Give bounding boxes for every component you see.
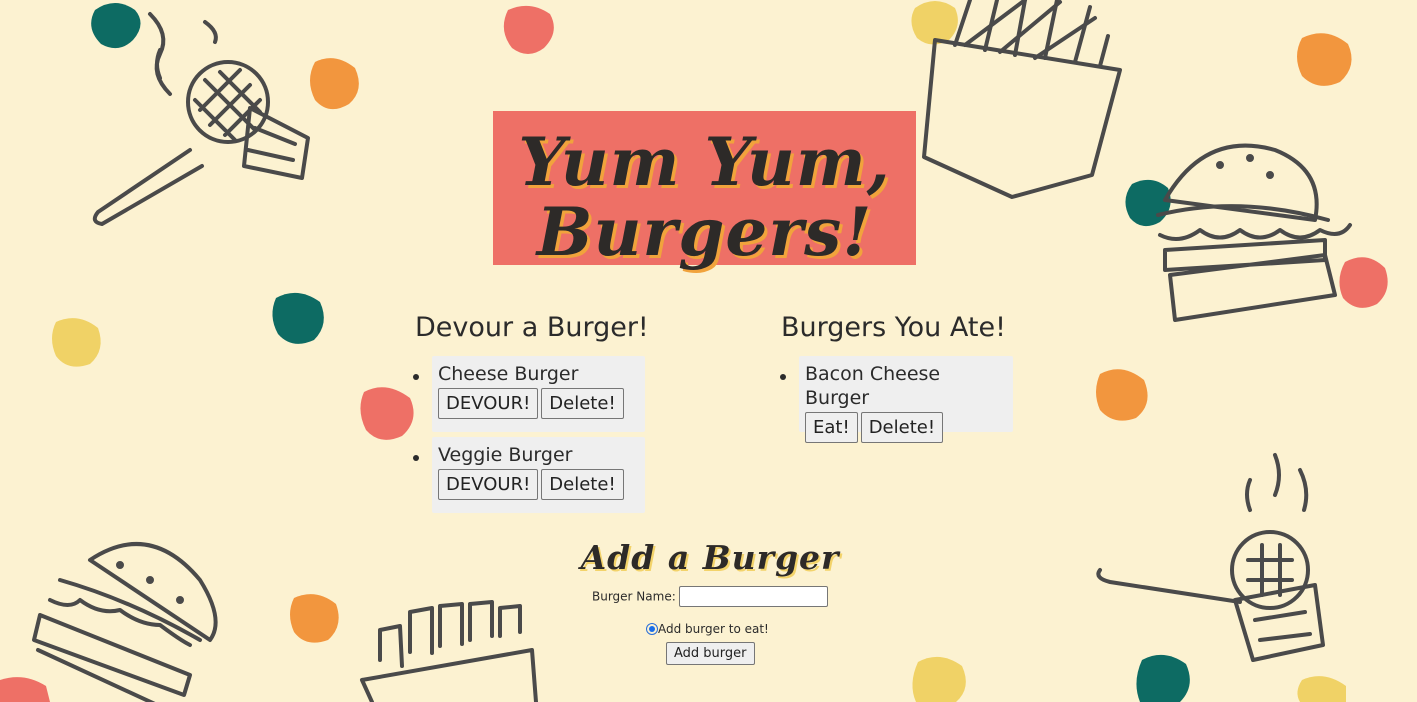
devour-button[interactable]: DEVOUR! xyxy=(438,388,539,419)
devour-button[interactable]: DEVOUR! xyxy=(438,469,539,500)
burger-name-input[interactable] xyxy=(678,586,828,607)
spatula-patty-icon xyxy=(92,12,310,226)
burger-name: Cheese Burger xyxy=(438,363,579,385)
teal-blob xyxy=(1136,654,1190,702)
fries-icon xyxy=(360,600,538,702)
burger-name-row: Burger Name: xyxy=(592,586,828,607)
orange-blob xyxy=(1297,33,1352,86)
list-item: Bacon Cheese Burger Eat! Delete! xyxy=(799,356,1013,443)
orange-blob xyxy=(1096,369,1148,421)
add-to-eat-label: Add burger to eat! xyxy=(658,622,769,636)
yellow-blob xyxy=(52,318,101,367)
orange-blob xyxy=(310,58,359,110)
devour-heading: Devour a Burger! xyxy=(415,312,649,343)
eaten-heading: Burgers You Ate! xyxy=(781,312,1006,343)
teal-blob xyxy=(272,292,324,344)
red-blob xyxy=(360,387,414,440)
red-blob xyxy=(503,5,554,55)
site-title-line1: Yum Yum, xyxy=(518,123,891,201)
orange-blob xyxy=(290,594,339,643)
list-bullet xyxy=(413,374,419,380)
teal-blob xyxy=(1125,179,1171,227)
burger-name: Bacon Cheese Burger xyxy=(805,363,941,409)
spatula-patty-icon xyxy=(1096,453,1325,662)
delete-button[interactable]: Delete! xyxy=(860,412,944,443)
list-bullet xyxy=(413,455,419,461)
add-burger-heading: Add a Burger xyxy=(580,538,840,577)
add-to-eat-row: Add burger to eat! xyxy=(646,622,769,636)
delete-button[interactable]: Delete! xyxy=(541,469,624,500)
hamburger-icon xyxy=(1156,143,1352,322)
list-item: Cheese Burger DEVOUR! Delete! xyxy=(432,356,645,432)
yellow-blob xyxy=(1297,676,1346,702)
site-title-line2: Burgers! xyxy=(536,193,873,271)
burger-name: Veggie Burger xyxy=(438,444,573,466)
site-banner: Yum Yum, Burgers! xyxy=(493,111,916,265)
red-blob xyxy=(1339,257,1388,308)
teal-blob xyxy=(91,3,141,49)
list-item: Veggie Burger DEVOUR! Delete! xyxy=(432,437,645,513)
delete-button[interactable]: Delete! xyxy=(541,388,624,419)
add-to-eat-radio[interactable] xyxy=(646,623,658,635)
add-burger-button[interactable]: Add burger xyxy=(666,642,755,665)
hamburger-icon xyxy=(32,542,218,702)
eat-button[interactable]: Eat! xyxy=(805,412,858,443)
yellow-blob xyxy=(912,656,966,702)
burger-name-label: Burger Name: xyxy=(592,589,676,604)
yellow-blob xyxy=(911,1,958,45)
red-blob xyxy=(0,677,50,702)
list-bullet xyxy=(780,374,786,380)
